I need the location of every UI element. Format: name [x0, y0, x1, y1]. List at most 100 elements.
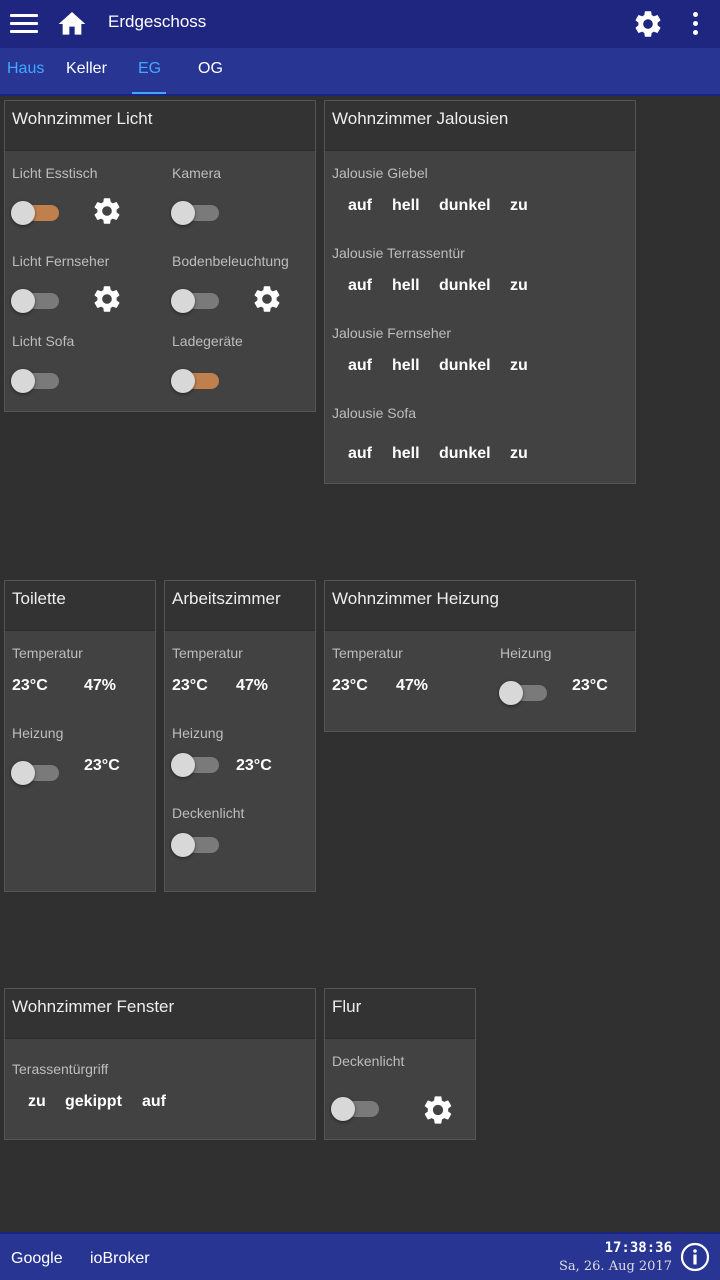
temperature-value: 23°C [12, 677, 48, 694]
label-licht-fernseher: Licht Fernseher [12, 253, 110, 269]
button-auf[interactable]: auf [348, 357, 372, 375]
card-title: Wohnzimmer Licht [12, 109, 153, 128]
humidity-value: 47% [236, 677, 269, 694]
temperature-value: 23°C [172, 677, 208, 694]
heating-setpoint: 23°C [572, 677, 608, 694]
button-auf[interactable]: auf [348, 277, 372, 295]
button-zu[interactable]: zu [510, 277, 528, 295]
page-title: Erdgeschoss [108, 12, 207, 31]
card-title: Toilette [12, 589, 66, 608]
button-auf[interactable]: auf [348, 445, 372, 463]
card-flur: Flur Deckenlicht [324, 988, 476, 1140]
label-deckenlicht: Deckenlicht [172, 805, 245, 821]
gear-icon[interactable] [421, 1093, 455, 1127]
button-hell[interactable]: hell [392, 357, 420, 375]
gear-icon[interactable] [251, 283, 283, 315]
toggle-kamera[interactable] [171, 198, 221, 226]
toggle-licht-esstisch[interactable] [11, 198, 61, 226]
toggle-ladegeraete[interactable] [171, 366, 221, 394]
clock-time: 17:38:36 [604, 1240, 672, 1256]
label-jalousie-terrassentuer: Jalousie Terrassentür [332, 245, 465, 261]
tab-keller[interactable]: Keller [66, 60, 107, 78]
button-dunkel[interactable]: dunkel [439, 357, 491, 375]
clock-date: Sa, 26. Aug 2017 [558, 1259, 672, 1274]
bottom-bar: Google ioBroker 17:38:36 Sa, 26. Aug 201… [0, 1232, 720, 1280]
info-icon[interactable] [680, 1242, 710, 1272]
toggle-heizung[interactable] [11, 758, 61, 786]
label-temperatur: Temperatur [172, 645, 243, 661]
card-header: Flur [325, 989, 475, 1039]
label-jalousie-giebel: Jalousie Giebel [332, 165, 428, 181]
button-hell[interactable]: hell [392, 197, 420, 215]
card-title: Wohnzimmer Jalousien [332, 109, 509, 128]
card-header: Wohnzimmer Licht [5, 101, 315, 151]
button-dunkel[interactable]: dunkel [439, 277, 491, 295]
button-zu[interactable]: zu [510, 357, 528, 375]
card-title: Arbeitszimmer [172, 589, 281, 608]
label-kamera: Kamera [172, 165, 222, 181]
humidity-value: 47% [396, 677, 429, 694]
button-auf[interactable]: auf [142, 1093, 166, 1111]
button-zu[interactable]: zu [510, 197, 528, 215]
humidity-value: 47% [84, 677, 117, 694]
card-title: Wohnzimmer Heizung [332, 589, 499, 608]
button-dunkel[interactable]: dunkel [439, 197, 491, 215]
tab-haus[interactable]: Haus [7, 60, 44, 78]
toggle-deckenlicht[interactable] [171, 830, 221, 858]
button-hell[interactable]: hell [392, 277, 420, 295]
card-toilette: Toilette Temperatur 23°C 47% Heizung 23°… [4, 580, 156, 892]
toggle-licht-sofa[interactable] [11, 366, 61, 394]
button-dunkel[interactable]: dunkel [439, 445, 491, 463]
link-google[interactable]: Google [11, 1250, 63, 1268]
card-header: Wohnzimmer Heizung [325, 581, 635, 631]
label-terassentuergriff: Terassentürgriff [12, 1061, 109, 1077]
heating-setpoint: 23°C [84, 757, 120, 774]
gear-icon[interactable] [91, 195, 123, 227]
home-icon[interactable] [56, 8, 88, 40]
card-wohnzimmer-jalousien: Wohnzimmer Jalousien Jalousie Giebel auf… [324, 100, 636, 484]
card-wohnzimmer-licht: Wohnzimmer Licht Licht Esstisch Kamera L… [4, 100, 316, 412]
button-zu[interactable]: zu [28, 1093, 46, 1111]
heating-setpoint: 23°C [236, 757, 272, 774]
label-ladegeraete: Ladegeräte [172, 333, 243, 349]
card-title: Flur [332, 997, 362, 1016]
tab-eg[interactable]: EG [138, 60, 161, 78]
toggle-licht-fernseher[interactable] [11, 286, 61, 314]
menu-icon[interactable] [10, 14, 38, 34]
label-heizung: Heizung [172, 725, 224, 741]
button-gekippt[interactable]: gekippt [65, 1093, 122, 1111]
button-auf[interactable]: auf [348, 197, 372, 215]
active-tab-indicator [132, 92, 166, 94]
toggle-deckenlicht[interactable] [331, 1094, 381, 1122]
more-vert-icon[interactable] [684, 10, 708, 38]
label-bodenbeleuchtung: Bodenbeleuchtung [172, 253, 289, 269]
label-heizung: Heizung [12, 725, 64, 741]
toggle-heizung[interactable] [499, 678, 549, 706]
card-wohnzimmer-fenster: Wohnzimmer Fenster Terassentürgriff zu g… [4, 988, 316, 1140]
gear-icon[interactable] [91, 283, 123, 315]
card-header: Wohnzimmer Fenster [5, 989, 315, 1039]
button-hell[interactable]: hell [392, 445, 420, 463]
top-app-bar: Erdgeschoss [0, 0, 720, 48]
gear-icon[interactable] [632, 8, 664, 40]
label-temperatur: Temperatur [332, 645, 403, 661]
label-temperatur: Temperatur [12, 645, 83, 661]
link-iobroker[interactable]: ioBroker [90, 1250, 150, 1268]
tab-og[interactable]: OG [198, 60, 223, 78]
button-zu[interactable]: zu [510, 445, 528, 463]
card-header: Toilette [5, 581, 155, 631]
label-jalousie-sofa: Jalousie Sofa [332, 405, 417, 421]
card-arbeitszimmer: Arbeitszimmer Temperatur 23°C 47% Heizun… [164, 580, 316, 892]
card-header: Wohnzimmer Jalousien [325, 101, 635, 151]
toggle-bodenbeleuchtung[interactable] [171, 286, 221, 314]
label-licht-esstisch: Licht Esstisch [12, 165, 98, 181]
toggle-heizung[interactable] [171, 750, 221, 778]
card-title: Wohnzimmer Fenster [12, 997, 175, 1016]
label-licht-sofa: Licht Sofa [12, 333, 75, 349]
card-header: Arbeitszimmer [165, 581, 315, 631]
label-jalousie-fernseher: Jalousie Fernseher [332, 325, 452, 341]
temperature-value: 23°C [332, 677, 368, 694]
label-deckenlicht: Deckenlicht [332, 1053, 405, 1069]
tab-bar: Haus Keller EG OG [0, 48, 720, 96]
label-heizung: Heizung [500, 645, 552, 661]
